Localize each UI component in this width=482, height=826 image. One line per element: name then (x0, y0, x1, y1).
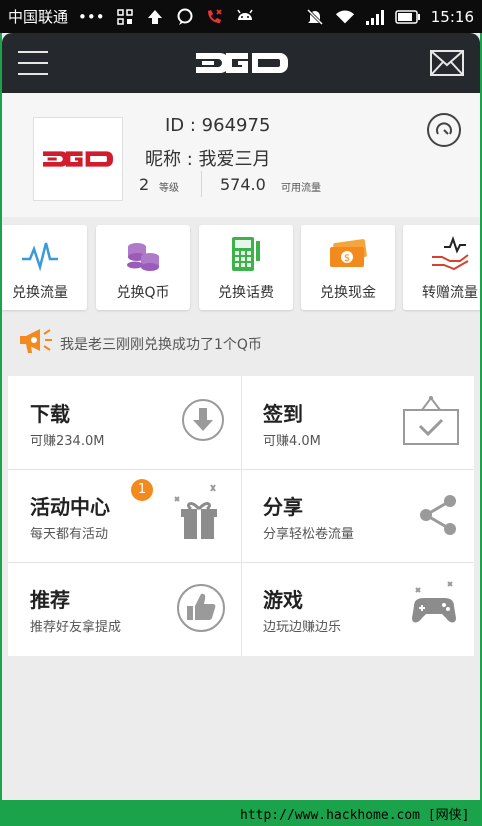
mail-icon[interactable] (430, 50, 464, 76)
profile-section: ID : 964975 昵称 : 我爱三月 2 等级 574.0 可用流量 (2, 93, 480, 217)
level-label: 等级 (159, 183, 179, 194)
notification-dots: ••• (78, 7, 105, 26)
android-icon (235, 7, 255, 27)
svg-text:$: $ (344, 253, 350, 264)
tile-subtitle: 可赚4.0M (263, 434, 321, 449)
quick-action-label: 转赠流量 (422, 285, 478, 301)
mute-icon (305, 7, 325, 27)
notice-text: 我是老三刚刚兑换成功了1个Q币 (60, 337, 262, 353)
flow-value: 574.0 (220, 175, 266, 194)
tile-activity-center[interactable]: 活动中心 1 每天都有活动 (8, 469, 241, 562)
tile-subtitle: 可赚234.0M (30, 434, 105, 449)
missed-call-icon (205, 7, 225, 27)
tile-title: 下载 (30, 402, 70, 426)
ego-logo (192, 49, 292, 77)
feature-grid: 下载 可赚234.0M 签到 可赚4.0M 活动中心 1 每天都有活动 分享 分… (8, 376, 474, 656)
carrier-name: 中国联通 (8, 8, 69, 26)
hamburger-icon[interactable] (18, 51, 48, 75)
gift-hand-icon (432, 236, 469, 271)
notice-bar: 我是老三刚刚兑换成功了1个Q币 (2, 318, 480, 368)
share-icon (416, 493, 460, 541)
megaphone-icon (18, 326, 54, 360)
gamepad-icon (408, 578, 460, 634)
thumbs-up-icon (175, 582, 227, 638)
quick-action-transfer-flow[interactable]: 转赠流量 (403, 225, 480, 310)
gift-box-icon (171, 483, 227, 547)
watermark-text: http://www.hackhome.com [网侠]提供 (240, 808, 470, 823)
chat-bubble-icon (175, 7, 195, 27)
profile-divider (201, 171, 202, 197)
speedometer-icon[interactable] (427, 113, 461, 147)
wifi-icon (335, 7, 355, 27)
checkin-icon (402, 394, 460, 450)
status-bar: 中国联通 ••• 15:16 (0, 0, 482, 33)
tile-subtitle: 推荐好友拿提成 (30, 620, 122, 635)
notification-badge: 1 (131, 479, 153, 501)
calculator-icon (232, 237, 260, 271)
tile-subtitle: 边玩边赚边乐 (263, 620, 342, 635)
tile-title: 签到 (263, 402, 303, 426)
avatar[interactable] (33, 117, 123, 201)
user-id: ID : 964975 (165, 115, 271, 136)
quick-action-exchange-flow[interactable]: 兑换流量 (2, 225, 87, 310)
quick-action-label: 兑换Q币 (116, 285, 170, 301)
tile-subtitle: 分享轻松卷流量 (263, 527, 355, 542)
tile-recommend[interactable]: 推荐 推荐好友拿提成 (8, 562, 241, 655)
quick-action-exchange-cash[interactable]: $ 兑换现金 (301, 225, 395, 310)
quick-action-label: 兑换流量 (12, 285, 68, 301)
tile-title: 推荐 (30, 588, 70, 612)
flow-label: 可用流量 (281, 183, 321, 194)
quick-actions-row: 兑换流量 兑换Q币 兑换话费 $ 兑换现金 转赠流量 (2, 217, 480, 314)
quick-action-label: 兑换话费 (218, 285, 274, 301)
download-icon (179, 396, 227, 448)
user-nickname: 昵称 : 我爱三月 (145, 149, 271, 170)
grid-icon (115, 7, 135, 27)
tile-checkin[interactable]: 签到 可赚4.0M (241, 376, 474, 469)
tile-download[interactable]: 下载 可赚234.0M (8, 376, 241, 469)
cash-icon: $ (330, 239, 367, 267)
tile-share[interactable]: 分享 分享轻松卷流量 (241, 469, 474, 562)
quick-action-exchange-phone-credit[interactable]: 兑换话费 (199, 225, 293, 310)
clock: 15:16 (430, 7, 474, 26)
signal-icon (365, 7, 385, 27)
tile-subtitle: 每天都有活动 (30, 527, 109, 542)
tile-title: 分享 (263, 495, 303, 519)
tile-title: 游戏 (263, 588, 303, 612)
tile-games[interactable]: 游戏 边玩边赚边乐 (241, 562, 474, 655)
upload-arrow-icon (145, 7, 165, 27)
coins-icon (127, 243, 159, 271)
level-value: 2 (139, 175, 150, 194)
grid-divider (241, 376, 242, 656)
app-header (2, 33, 480, 93)
battery-icon (395, 7, 421, 27)
pulse-icon (22, 242, 58, 272)
tile-title: 活动中心 (30, 495, 110, 519)
quick-action-exchange-qcoin[interactable]: 兑换Q币 (96, 225, 190, 310)
quick-action-label: 兑换现金 (320, 285, 376, 301)
